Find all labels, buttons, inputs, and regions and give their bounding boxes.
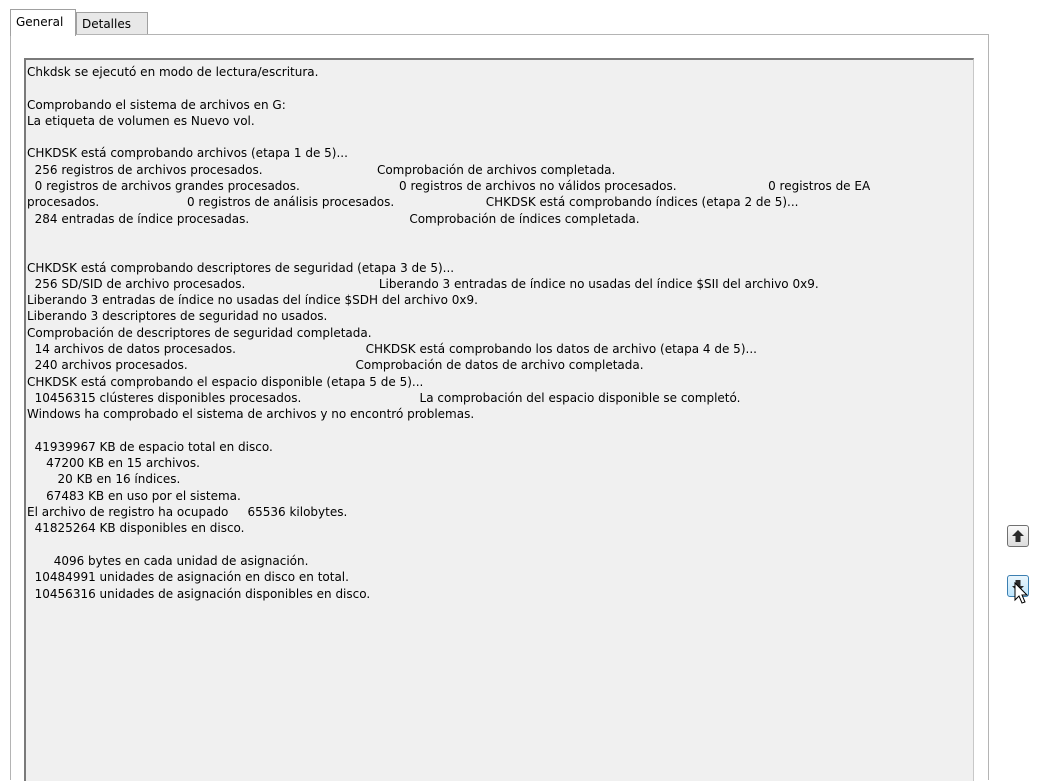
scroll-up-button[interactable]: [1007, 525, 1029, 547]
log-textbox[interactable]: Chkdsk se ejecutó en modo de lectura/esc…: [24, 58, 974, 781]
tab-bar: General Detalles: [10, 9, 990, 36]
tab-panel: Chkdsk se ejecutó en modo de lectura/esc…: [10, 34, 989, 781]
arrow-up-icon: [1012, 530, 1024, 542]
log-text: Chkdsk se ejecutó en modo de lectura/esc…: [27, 65, 871, 601]
tab-detalles-label: Detalles: [82, 17, 131, 31]
tab-detalles[interactable]: Detalles: [76, 12, 148, 34]
tab-general-label: General: [16, 15, 64, 29]
tab-general[interactable]: General: [10, 9, 76, 36]
mouse-pointer-icon: [1014, 582, 1029, 604]
